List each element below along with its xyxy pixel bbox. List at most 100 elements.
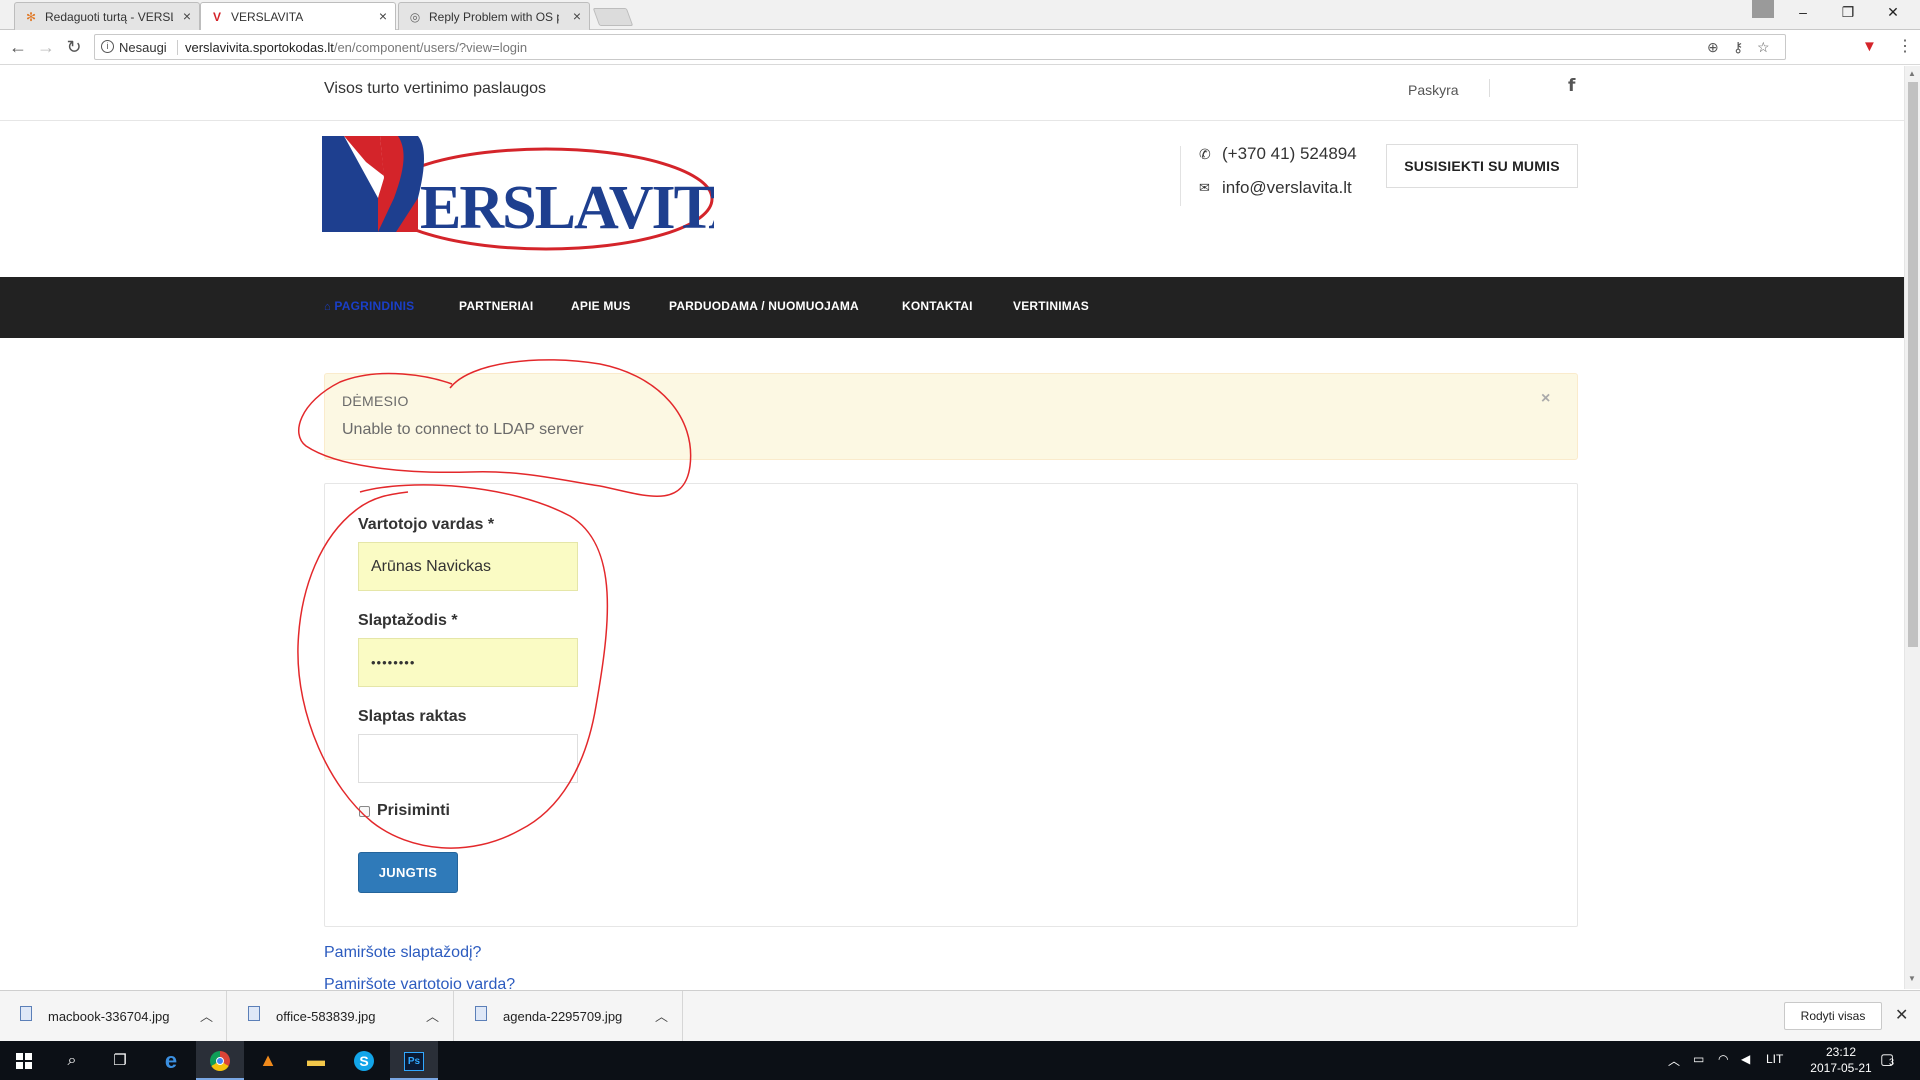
address-bar: ← → ↻ i Nesaugi verslavivita.sportokodas… <box>0 30 1920 65</box>
chevron-up-icon[interactable]: ︿ <box>1668 1052 1680 1069</box>
phone-icon: ✆ <box>1199 146 1211 162</box>
close-icon[interactable]: × <box>1541 390 1550 408</box>
nav-item-contacts[interactable]: KONTAKTAI <box>902 299 973 313</box>
divider <box>177 40 178 55</box>
divider <box>1489 79 1490 97</box>
browser-tab-reply[interactable]: ◎ Reply Problem with OS password × <box>398 2 590 30</box>
browser-tab-verslavita[interactable]: V VERSLAVITA × <box>200 2 396 31</box>
nav-item-valuation[interactable]: VERTINIMAS <box>1013 299 1089 313</box>
alert-heading: DĖMESIO <box>342 393 409 409</box>
remember-checkbox[interactable] <box>359 806 370 817</box>
key-icon[interactable]: ⚷ <box>1733 39 1743 56</box>
joomla-icon: ✻ <box>25 10 37 24</box>
scroll-up-icon[interactable]: ▲ <box>1908 69 1916 78</box>
edge-browser-icon[interactable]: e <box>147 1041 195 1080</box>
vlc-icon[interactable]: ▲ <box>244 1041 292 1080</box>
close-icon[interactable]: × <box>183 8 191 24</box>
main-navigation: ⌂ PAGRINDINIS PARTNERIAI APIE MUS PARDUO… <box>0 277 1904 338</box>
skype-icon[interactable]: S <box>340 1041 388 1080</box>
windows-start-icon[interactable] <box>0 1041 48 1080</box>
scroll-down-icon[interactable]: ▼ <box>1908 974 1916 983</box>
restore-icon[interactable]: ❐ <box>1838 4 1858 21</box>
chrome-icon[interactable] <box>196 1041 244 1080</box>
email-address[interactable]: info@verslavita.lt <box>1222 178 1352 198</box>
reload-icon[interactable]: ↻ <box>64 38 84 56</box>
image-file-icon <box>20 1006 32 1021</box>
file-explorer-icon[interactable]: ▬ <box>292 1041 340 1080</box>
zoom-icon[interactable]: ⊕ <box>1707 39 1719 56</box>
notification-count: 3 <box>1889 1057 1895 1067</box>
photoshop-icon[interactable]: Ps <box>390 1041 438 1080</box>
volume-icon[interactable]: ◀ <box>1741 1052 1750 1066</box>
notifications-icon[interactable]: ▢ 3 <box>1880 1050 1894 1068</box>
download-item[interactable]: macbook-336704.jpg ︿ <box>20 991 227 1042</box>
info-icon[interactable]: i <box>101 40 114 53</box>
login-button[interactable]: JUNGTIS <box>358 852 458 893</box>
username-input[interactable]: Arūnas Navickas <box>358 542 578 591</box>
alert-message: Unable to connect to LDAP server <box>342 421 584 438</box>
back-icon[interactable]: ← <box>8 38 28 56</box>
nav-item-home[interactable]: ⌂ PAGRINDINIS <box>324 299 414 313</box>
password-input[interactable]: •••••••• <box>358 638 578 687</box>
verslavita-logo[interactable]: ERSLAVITA <box>322 136 714 254</box>
battery-icon[interactable]: ▭ <box>1693 1052 1704 1066</box>
url-input[interactable]: i Nesaugi verslavivita.sportokodas.lt/en… <box>94 34 1786 60</box>
phone-number[interactable]: (+370 41) 524894 <box>1222 144 1357 164</box>
browser-tab-edit-property[interactable]: ✻ Redaguoti turtą - VERSLAVITA × <box>14 2 200 30</box>
browser-tab-strip: ✻ Redaguoti turtą - VERSLAVITA × V VERSL… <box>0 0 1920 31</box>
clock-time: 23:12 <box>1825 1045 1857 1059</box>
secret-key-input[interactable] <box>358 734 578 783</box>
nav-item-about[interactable]: APIE MUS <box>571 299 631 313</box>
clock-date: 2017-05-21 <box>1810 1061 1872 1075</box>
user-profile-icon[interactable] <box>1752 0 1774 18</box>
close-window-icon[interactable]: ✕ <box>1883 4 1903 21</box>
menu-icon[interactable]: ⋮ <box>1897 36 1913 56</box>
account-link[interactable]: Paskyra <box>1408 82 1459 98</box>
warning-alert: DĖMESIO Unable to connect to LDAP server… <box>324 373 1578 460</box>
forgot-username-link[interactable]: Pamiršote vartotojo vardą? <box>324 976 515 989</box>
shield-extension-icon[interactable]: ▼ <box>1862 38 1877 55</box>
url-host: verslavivita.sportokodas.lt <box>185 40 334 55</box>
windows-taskbar: ⌕ ❐ e ▲ ▬ S Ps ︿ ▭ ◠ ◀ LIT 23:12 2017-05… <box>0 1041 1920 1080</box>
system-clock[interactable]: 23:12 2017-05-21 <box>1806 1044 1876 1076</box>
task-view-icon[interactable]: ❐ <box>96 1041 144 1080</box>
globe-icon: ◎ <box>409 10 421 24</box>
bookmark-star-icon[interactable]: ☆ <box>1757 39 1770 56</box>
downloads-bar: macbook-336704.jpg ︿ office-583839.jpg ︿… <box>0 990 1920 1042</box>
site-tagline: Visos turto vertinimo paslaugos <box>324 80 547 97</box>
chevron-up-icon[interactable]: ︿ <box>200 1006 213 1025</box>
tab-label: Redaguoti turtą - VERSLAVITA <box>45 10 173 24</box>
download-item[interactable]: office-583839.jpg ︿ <box>248 991 454 1042</box>
forgot-password-link[interactable]: Pamiršote slaptažodį? <box>324 944 481 962</box>
minimize-icon[interactable]: – <box>1793 4 1813 20</box>
password-label: Slaptažodis * <box>358 612 458 629</box>
facebook-icon[interactable]: f <box>1568 76 1575 96</box>
search-icon[interactable]: ⌕ <box>48 1041 96 1080</box>
chevron-up-icon[interactable]: ︿ <box>655 1006 668 1025</box>
secret-key-label: Slaptas raktas <box>358 708 467 725</box>
remember-label[interactable]: Prisiminti <box>377 802 450 820</box>
nav-item-for-sale-rent[interactable]: PARDUODAMA / NUOMUOJAMA <box>669 299 859 313</box>
image-file-icon <box>475 1006 487 1021</box>
close-icon[interactable]: × <box>379 8 387 24</box>
chevron-up-icon[interactable]: ︿ <box>426 1006 439 1025</box>
download-filename: office-583839.jpg <box>276 1009 376 1024</box>
language-indicator[interactable]: LIT <box>1766 1052 1783 1066</box>
download-item[interactable]: agenda-2295709.jpg ︿ <box>475 991 683 1042</box>
wifi-icon[interactable]: ◠ <box>1718 1052 1728 1066</box>
site-top-bar: Visos turto vertinimo paslaugos Paskyra … <box>0 66 1904 121</box>
new-tab-button[interactable] <box>592 8 634 26</box>
page-viewport: Visos turto vertinimo paslaugos Paskyra … <box>0 66 1904 989</box>
username-label: Vartotojo vardas * <box>358 516 495 533</box>
contact-us-button[interactable]: SUSISIEKTI SU MUMIS <box>1386 144 1578 188</box>
close-icon[interactable]: × <box>573 8 581 24</box>
nav-label: PAGRINDINIS <box>334 299 415 313</box>
close-icon[interactable]: ✕ <box>1895 1005 1908 1025</box>
envelope-icon: ✉ <box>1199 180 1210 195</box>
show-all-downloads-button[interactable]: Rodyti visas <box>1784 1002 1882 1030</box>
forward-icon[interactable]: → <box>36 38 56 56</box>
vertical-scrollbar[interactable]: ▲ ▼ <box>1904 66 1920 989</box>
scrollbar-thumb[interactable] <box>1908 82 1918 647</box>
nav-item-partners[interactable]: PARTNERIAI <box>459 299 533 313</box>
divider <box>1180 146 1181 206</box>
